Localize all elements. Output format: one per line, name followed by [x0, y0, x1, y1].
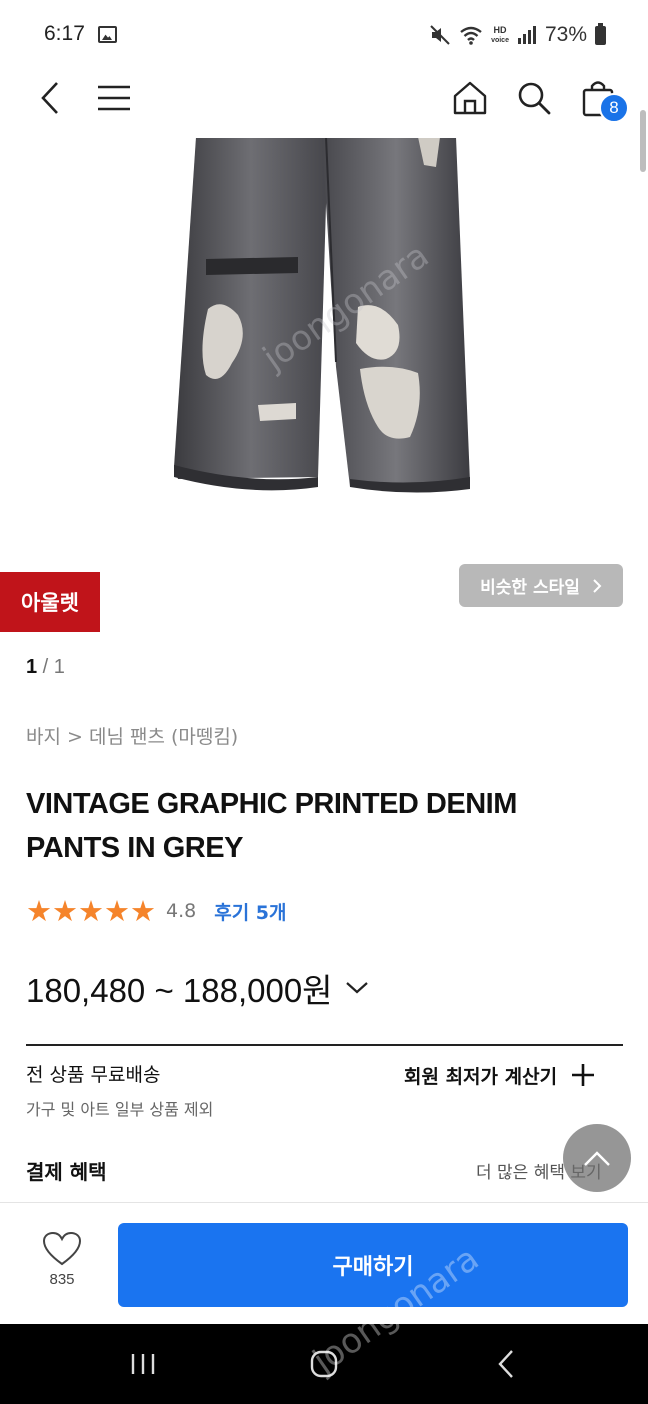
home-icon [453, 81, 487, 115]
status-icons: HD voice 73% [429, 20, 606, 50]
home-circle-icon [310, 1350, 338, 1378]
free-shipping-title: 전 상품 무료배송 [26, 1064, 161, 1086]
signal-icon [517, 26, 536, 44]
pager-total: 1 [53, 656, 65, 678]
like-button[interactable]: 835 [30, 1231, 94, 1301]
plus-icon [572, 1064, 595, 1086]
denim-pants-image [174, 137, 470, 493]
search-icon [518, 82, 551, 115]
mute-icon [430, 25, 450, 45]
chevron-down-icon [345, 982, 368, 994]
chevron-left-icon [41, 82, 58, 114]
buy-button[interactable]: 구매하기 [118, 1223, 628, 1307]
rating-stars: ★★★★★ [26, 893, 156, 928]
review-count-link[interactable]: 후기 5개 [214, 898, 286, 925]
page-scrollbar[interactable] [640, 110, 646, 172]
home-nav-button[interactable] [294, 1340, 354, 1388]
like-count: 835 [49, 1271, 75, 1288]
breadcrumb[interactable]: 바지 > 데님 팬츠 (마뗑킴) [26, 722, 238, 749]
free-shipping-subtitle: 가구 및 아트 일부 상품 제외 [26, 1100, 214, 1119]
home-button[interactable] [448, 70, 492, 126]
heart-icon [42, 1231, 82, 1266]
similar-style-label: 비슷한 스타일 [480, 578, 580, 598]
recent-apps-icon [131, 1354, 155, 1374]
cart-count-badge: 8 [599, 93, 629, 123]
back-arrow-icon [498, 1350, 513, 1378]
rating-row: ★★★★★ 4.8 후기 5개 [26, 894, 287, 928]
similar-style-button[interactable]: 비슷한 스타일 [459, 564, 623, 607]
menu-button[interactable] [92, 70, 136, 126]
app-header [0, 70, 648, 138]
image-pager: 1 / 1 [26, 656, 65, 679]
status-bar: 6:17 HD voice 73% [0, 0, 648, 70]
hamburger-menu-icon [98, 85, 130, 111]
product-image[interactable]: joongonara [0, 137, 648, 557]
back-nav-button[interactable] [476, 1340, 536, 1388]
purchase-bar: 835 구매하기 [0, 1202, 648, 1324]
chevron-up-icon [584, 1151, 610, 1166]
search-button[interactable] [512, 70, 556, 126]
wifi-icon [460, 26, 482, 45]
rating-value: 4.8 [166, 900, 197, 922]
gallery-notification-icon [98, 26, 117, 43]
voice-label: voice [491, 36, 509, 44]
product-title: VINTAGE GRAPHIC PRINTED DENIM PANTS IN G… [26, 788, 517, 864]
recent-apps-button[interactable] [113, 1340, 173, 1388]
hd-label: HD [493, 24, 507, 35]
scroll-to-top-button[interactable] [563, 1124, 631, 1192]
outlet-badge: 아울렛 [0, 572, 100, 632]
pager-current: 1 [26, 656, 38, 678]
hd-voice-icon: HD voice [491, 24, 509, 45]
back-button[interactable] [30, 70, 70, 126]
system-navigation-bar [0, 1324, 648, 1404]
chevron-right-icon [593, 578, 602, 593]
price-range: 180,480 ~ 188,000원 [26, 972, 333, 1009]
member-price-calculator-button[interactable]: 회원 최저가 계산기 [404, 1058, 595, 1092]
battery-icon [595, 22, 606, 45]
price-row[interactable]: 180,480 ~ 188,000원 [26, 964, 369, 1012]
battery-percent: 73% [544, 23, 587, 46]
status-time: 6:17 [44, 22, 85, 45]
calculator-label: 회원 최저가 계산기 [404, 1065, 558, 1088]
section-divider [26, 1044, 623, 1046]
pager-separator: / [37, 656, 54, 678]
payment-benefit-title: 결제 혜택 [26, 1160, 107, 1184]
